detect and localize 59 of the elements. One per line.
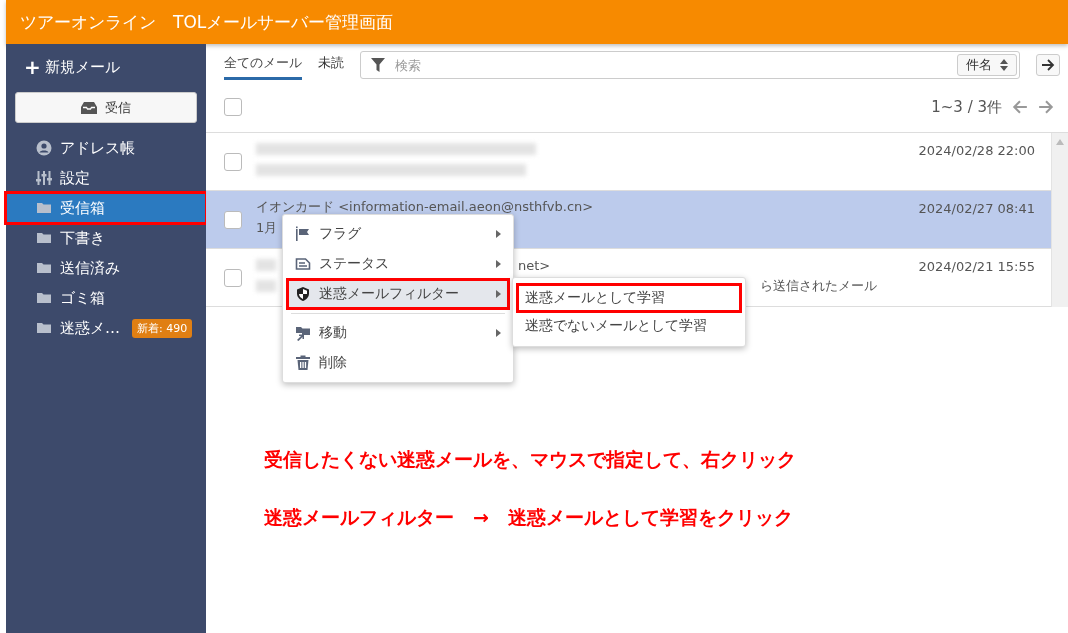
filter-icon <box>371 58 385 72</box>
subject: 1月 <box>256 219 278 237</box>
sidebar-item[interactable]: 下書き <box>6 223 206 253</box>
sort-select[interactable]: 件名 <box>957 54 1017 76</box>
folder-arrow-icon <box>295 325 311 341</box>
sender: イオンカード <information-email.aeon@nsthfvb.cn> <box>256 198 594 216</box>
arrow-right-button[interactable] <box>1036 54 1060 76</box>
menu-item[interactable]: 削除 <box>283 348 513 378</box>
inbox-tray-icon <box>81 101 97 114</box>
folder-icon <box>36 230 52 246</box>
select-all-checkbox[interactable] <box>224 98 242 116</box>
arrow-right-icon <box>1041 59 1055 71</box>
sidebar-item[interactable]: ゴミ箱 <box>6 283 206 313</box>
row-checkbox[interactable] <box>224 152 242 171</box>
instruction-text: 受信したくない迷惑メールを、マウスで指定して、右クリック <box>264 447 797 472</box>
blurred-text <box>256 280 276 292</box>
instruction-text: 迷惑メールフィルター → 迷惑メールとして学習をクリック <box>264 505 794 530</box>
user-circle-icon <box>36 140 52 156</box>
trash-icon <box>295 355 311 371</box>
pagination-count: 1~3 / 3件 <box>931 97 1002 117</box>
receive-button[interactable]: 受信 <box>15 92 197 123</box>
folder-icon <box>36 200 52 216</box>
sender: net> <box>518 257 551 273</box>
menu-item[interactable]: ステータス <box>283 249 513 279</box>
message-date: 2024/02/27 08:41 <box>918 201 1035 216</box>
message-row[interactable]: 2024/02/28 22:00 <box>206 133 1051 191</box>
document-icon <box>295 256 311 272</box>
folder-icon <box>36 320 52 336</box>
search-field[interactable]: 検索 件名 <box>360 51 1020 79</box>
message-date: 2024/02/21 15:55 <box>918 259 1035 274</box>
filter-tab[interactable]: 未読 <box>318 50 344 80</box>
sidebar-item[interactable]: 受信箱 <box>6 193 206 223</box>
sidebar-item[interactable]: 迷惑メ… 新着: 490 <box>6 313 206 343</box>
scrollbar[interactable] <box>1051 133 1068 307</box>
sidebar-item[interactable]: アドレス帳 <box>6 133 206 163</box>
subject: ら送信されたメール <box>760 277 877 295</box>
arrow-right-icon[interactable] <box>1038 100 1054 114</box>
folder-icon <box>36 260 52 276</box>
menu-item[interactable]: フラグ <box>283 219 513 249</box>
new-count-badge: 新着: 490 <box>132 318 193 338</box>
sidebar-item[interactable]: 送信済み <box>6 253 206 283</box>
shield-icon <box>295 286 311 302</box>
row-checkbox[interactable] <box>224 210 242 229</box>
compose-link[interactable]: + 新規メール <box>24 56 206 78</box>
menu-item[interactable]: 移動 <box>283 318 513 348</box>
scroll-up-icon[interactable] <box>1056 139 1064 145</box>
arrow-left-icon[interactable] <box>1012 100 1028 114</box>
sliders-icon <box>36 170 52 186</box>
menu-item[interactable]: 迷惑メールとして学習 <box>517 284 741 312</box>
sidebar-item[interactable]: 設定 <box>6 163 206 193</box>
folder-icon <box>36 290 52 306</box>
flag-icon <box>295 226 311 242</box>
menu-item[interactable]: 迷惑メールフィルター <box>287 279 509 309</box>
row-checkbox[interactable] <box>224 268 242 287</box>
app-title: ツアーオンライン TOLメールサーバー管理画面 <box>20 10 394 34</box>
message-date: 2024/02/28 22:00 <box>918 143 1035 158</box>
menu-item[interactable]: 迷惑でないメールとして学習 <box>513 312 745 340</box>
sort-arrows-icon <box>1000 59 1008 71</box>
filter-tab[interactable]: 全てのメール <box>224 50 302 80</box>
